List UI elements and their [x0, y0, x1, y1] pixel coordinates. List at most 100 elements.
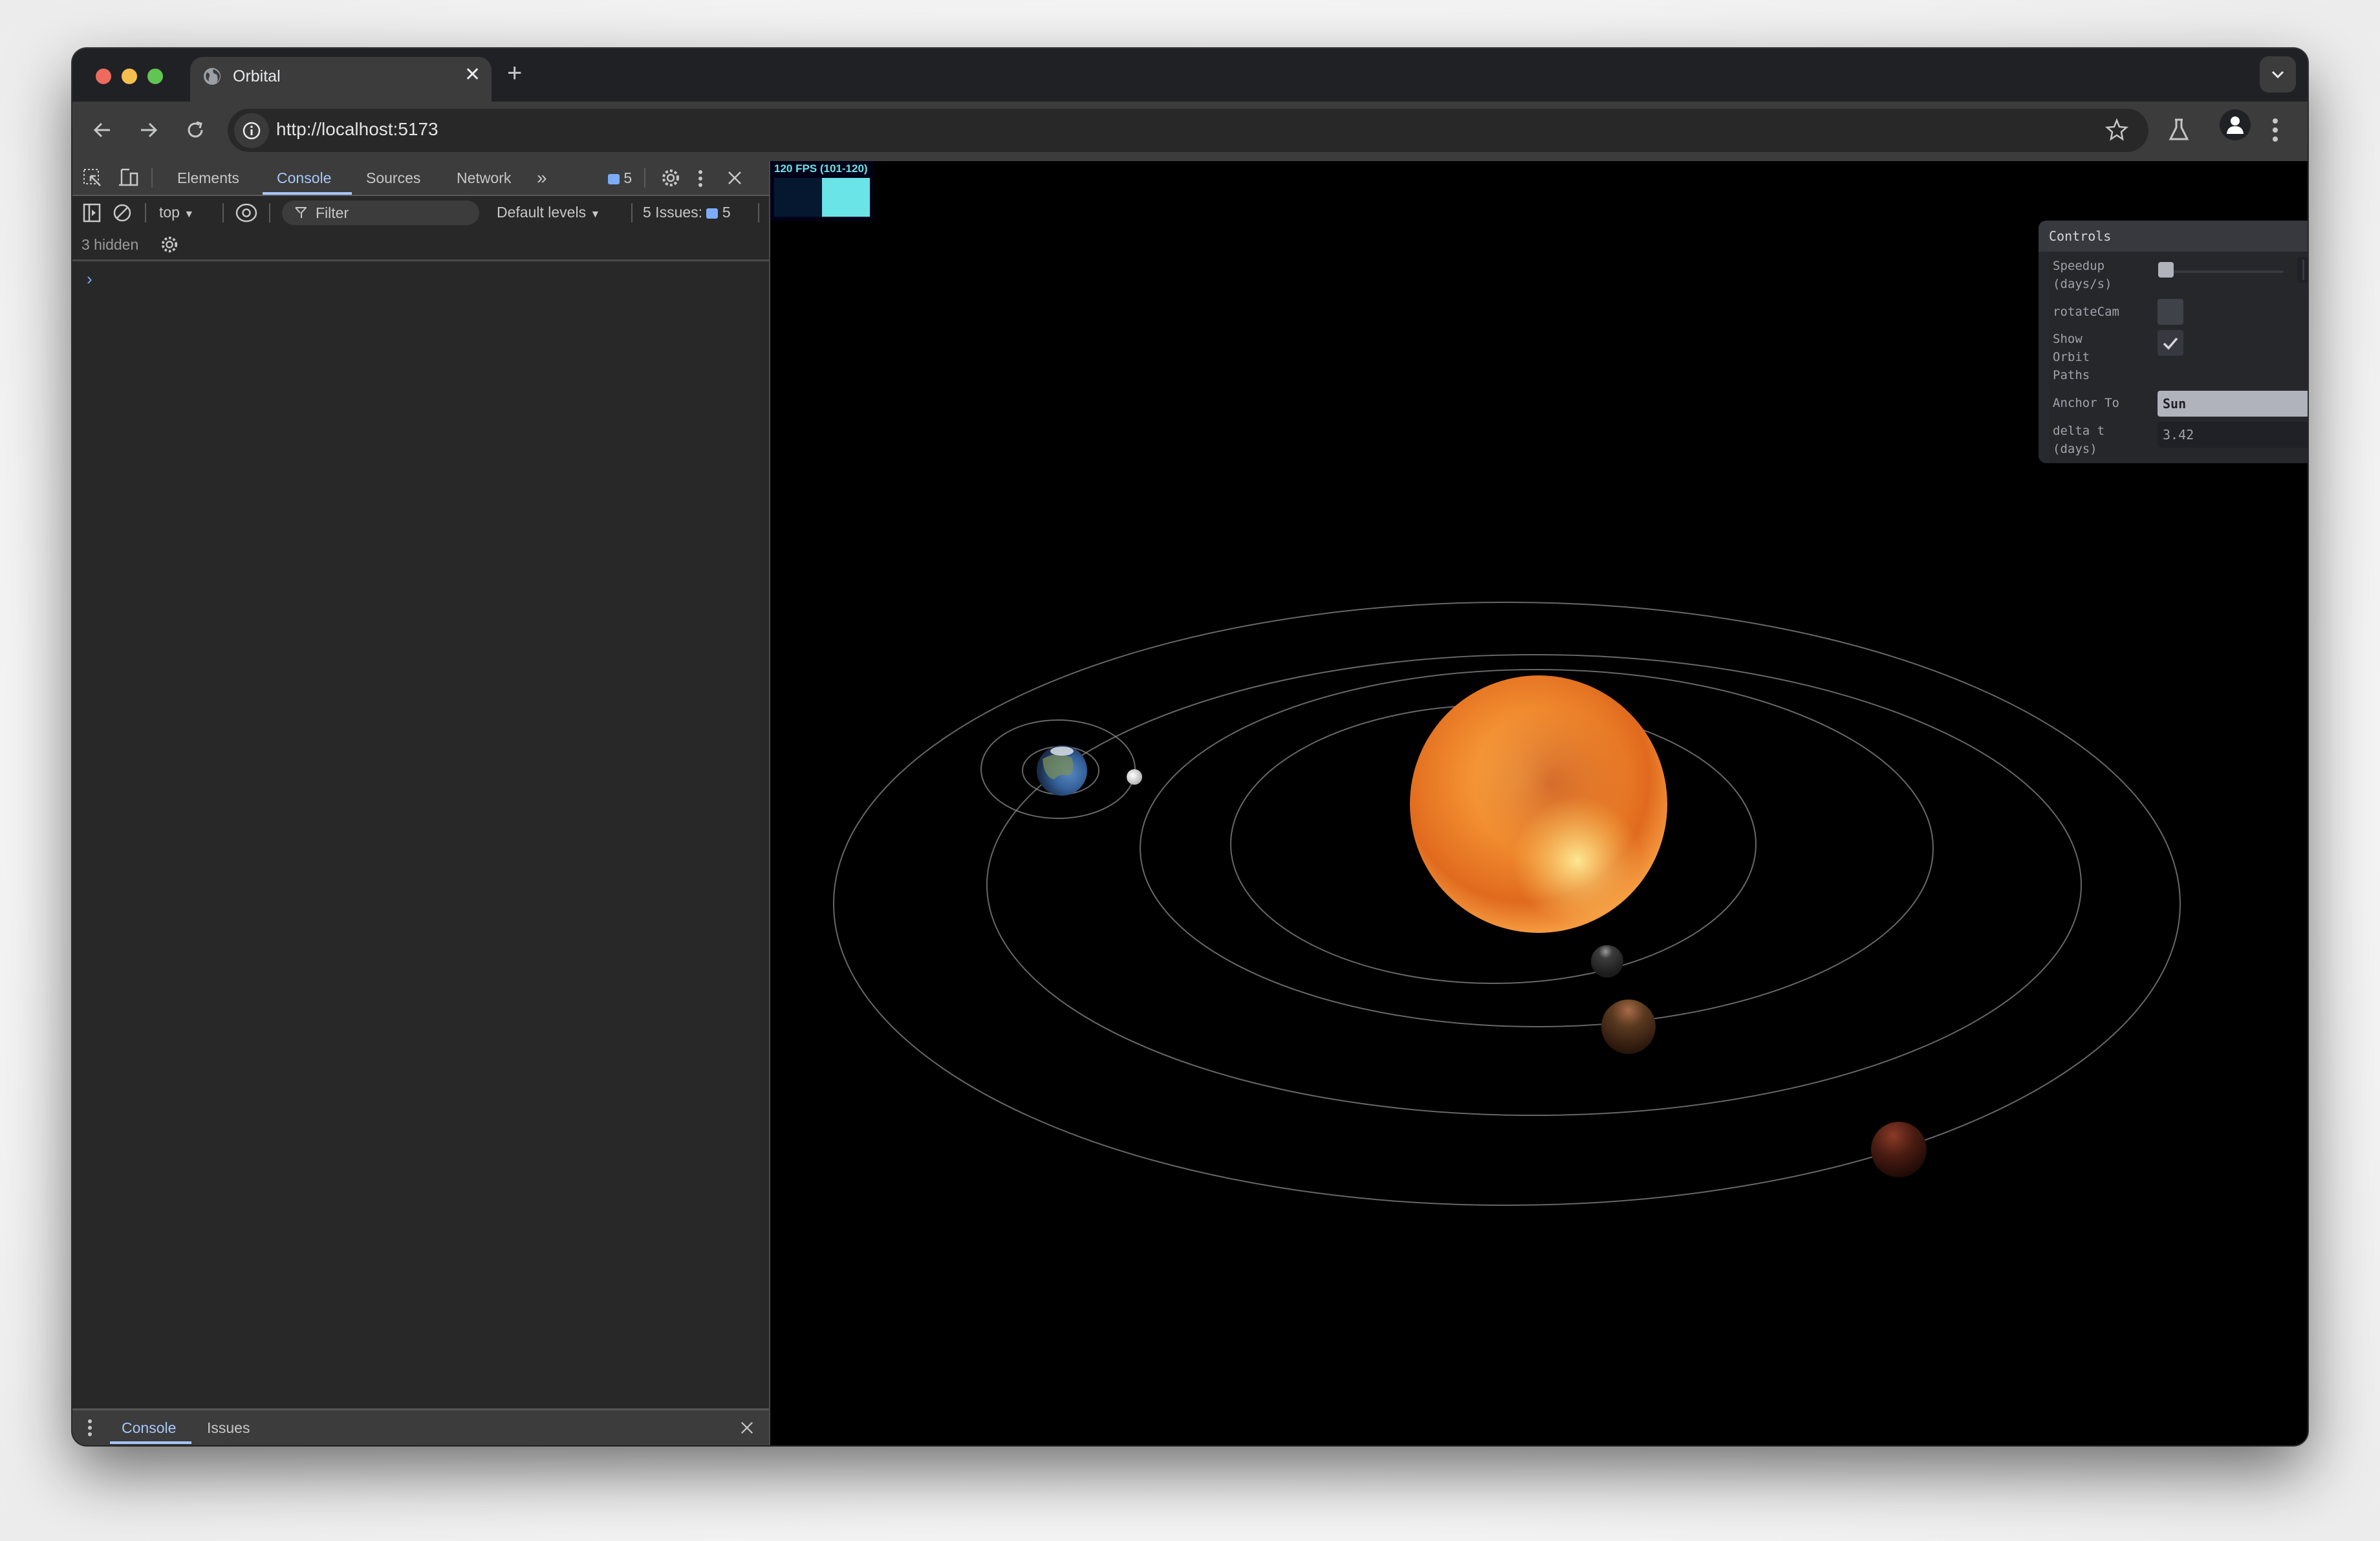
caret-down-icon: ▼	[184, 209, 195, 220]
controls-panel-header[interactable]: Controls	[2039, 221, 2308, 252]
log-levels-dropdown[interactable]: Default levels ▼	[497, 204, 600, 221]
browser-window: Orbital ✕ + http://localhost:5173 Elemen…	[72, 49, 2308, 1445]
devtools-drawer: Console Issues	[72, 1408, 769, 1445]
fps-bar	[822, 178, 870, 217]
speedup-label-line1: Speedup	[2053, 259, 2105, 273]
close-drawer-icon[interactable]	[740, 1421, 754, 1435]
kebab-menu-icon[interactable]	[87, 1418, 93, 1437]
show-orbit-label-line2: Orbit	[2053, 350, 2090, 364]
fps-label: 120 FPS (101-120)	[774, 162, 868, 175]
gear-icon[interactable]	[661, 168, 680, 188]
delta-t-value: 3.42	[2163, 427, 2194, 443]
address-bar[interactable]: http://localhost:5173	[228, 109, 2148, 152]
message-icon	[608, 173, 620, 184]
mercury-body[interactable]	[1591, 945, 1623, 978]
url-text[interactable]: http://localhost:5173	[276, 119, 438, 140]
fps-graph	[774, 178, 870, 217]
tab-sources[interactable]: Sources	[366, 169, 420, 187]
close-icon[interactable]: ✕	[464, 63, 481, 86]
kebab-menu-icon[interactable]	[2271, 116, 2279, 144]
tab-strip: Orbital ✕ +	[72, 49, 2308, 102]
moon-body[interactable]	[1127, 769, 1142, 785]
sun-flare-texture	[1410, 675, 1667, 933]
tab-title: Orbital	[233, 67, 281, 85]
checkmark-icon	[2163, 337, 2178, 350]
maximize-window-button[interactable]	[147, 69, 163, 84]
console-hidden-bar: 3 hidden	[72, 230, 769, 261]
tab-network[interactable]: Network	[457, 169, 511, 187]
filter-placeholder: Filter	[316, 204, 349, 221]
page-viewport[interactable]: 120 FPS (101-120) Controls Speedup (days…	[770, 161, 2308, 1445]
arrow-right-icon[interactable]	[138, 120, 159, 140]
speedup-label-line2: (days/s)	[2053, 277, 2112, 291]
more-tabs-icon[interactable]: »	[537, 168, 547, 188]
tab-console[interactable]: Console	[277, 169, 331, 187]
eye-icon[interactable]	[235, 202, 257, 223]
rotatecam-checkbox[interactable]	[2158, 299, 2183, 325]
browser-tab[interactable]: Orbital ✕	[190, 57, 492, 102]
issues-label: 5 Issues:	[643, 204, 703, 221]
issue-icon	[706, 208, 719, 219]
delta-t-input[interactable]: 3.42	[2158, 422, 2308, 448]
issues-count: 5	[722, 204, 731, 221]
show-orbit-label-line3: Paths	[2053, 368, 2090, 382]
console-prompt[interactable]: ›	[87, 269, 92, 289]
drawer-tab-console[interactable]: Console	[122, 1419, 176, 1437]
speedup-number-input[interactable]: 0.1	[2297, 257, 2308, 283]
close-icon[interactable]	[727, 170, 742, 186]
plus-icon[interactable]: +	[507, 60, 522, 86]
divider	[269, 203, 270, 223]
earth-ice-cap	[1050, 747, 1074, 756]
console-settings-gear-icon[interactable]	[160, 235, 178, 254]
flask-icon[interactable]	[2168, 117, 2190, 143]
venus-body[interactable]	[1601, 1000, 1656, 1054]
kebab-menu-icon[interactable]	[697, 169, 704, 188]
filter-icon	[295, 207, 307, 218]
chevron-down-icon[interactable]	[2260, 56, 2296, 93]
anchor-to-label: Anchor To	[2053, 396, 2119, 410]
active-tab-indicator	[263, 192, 352, 195]
context-value: top	[159, 204, 180, 221]
divider	[222, 203, 224, 223]
show-orbit-paths-checkbox[interactable]	[2158, 330, 2183, 356]
divider	[151, 168, 153, 188]
speedup-slider-handle[interactable]	[2158, 262, 2174, 278]
speedup-slider-track[interactable]	[2172, 270, 2284, 273]
log-levels-value: Default levels	[497, 204, 587, 221]
drawer-tab-issues[interactable]: Issues	[207, 1419, 250, 1437]
hidden-messages-count: 3 hidden	[81, 236, 139, 253]
show-orbit-label-line1: Show	[2053, 332, 2082, 346]
clear-console-icon[interactable]	[113, 203, 132, 223]
profile-avatar[interactable]	[2220, 109, 2251, 140]
inspect-element-icon[interactable]	[83, 168, 102, 188]
context-selector[interactable]: top ▼	[159, 204, 194, 221]
close-window-button[interactable]	[96, 69, 111, 84]
controls-title: Controls	[2049, 228, 2112, 244]
info-icon[interactable]	[234, 113, 269, 148]
minimize-window-button[interactable]	[122, 69, 137, 84]
console-toolbar: top ▼ Filter Default levels ▼ 5 Issues: …	[72, 196, 769, 231]
issues-button[interactable]: 5 Issues: 5	[643, 204, 731, 221]
mars-body[interactable]	[1871, 1122, 1927, 1177]
drawer-active-indicator	[110, 1441, 191, 1444]
devtools-main-toolbar: Elements Console Sources Network » 5	[72, 161, 769, 196]
messages-count: 5	[623, 169, 633, 186]
delta-t-label-line1: delta t	[2053, 424, 2105, 438]
sidebar-toggle-icon[interactable]	[83, 203, 101, 223]
devtools-panel: Elements Console Sources Network » 5 top…	[72, 161, 770, 1445]
anchor-to-select[interactable]: Sun	[2158, 391, 2308, 417]
anchor-to-value: Sun	[2163, 396, 2187, 411]
divider	[631, 203, 633, 223]
delta-t-label-line2: (days)	[2053, 442, 2097, 456]
fps-meter[interactable]: 120 FPS (101-120)	[770, 161, 874, 221]
device-toolbar-icon[interactable]	[118, 168, 140, 188]
reload-icon[interactable]	[185, 120, 206, 140]
tab-elements[interactable]: Elements	[177, 169, 239, 187]
divider	[758, 203, 759, 223]
star-icon[interactable]	[2104, 118, 2129, 142]
arrow-left-icon[interactable]	[92, 120, 113, 140]
drag-grip[interactable]	[2302, 259, 2304, 280]
filter-input[interactable]: Filter	[282, 201, 479, 225]
messages-count-button[interactable]: 5	[608, 169, 632, 187]
rotatecam-label: rotateCam	[2053, 305, 2119, 319]
